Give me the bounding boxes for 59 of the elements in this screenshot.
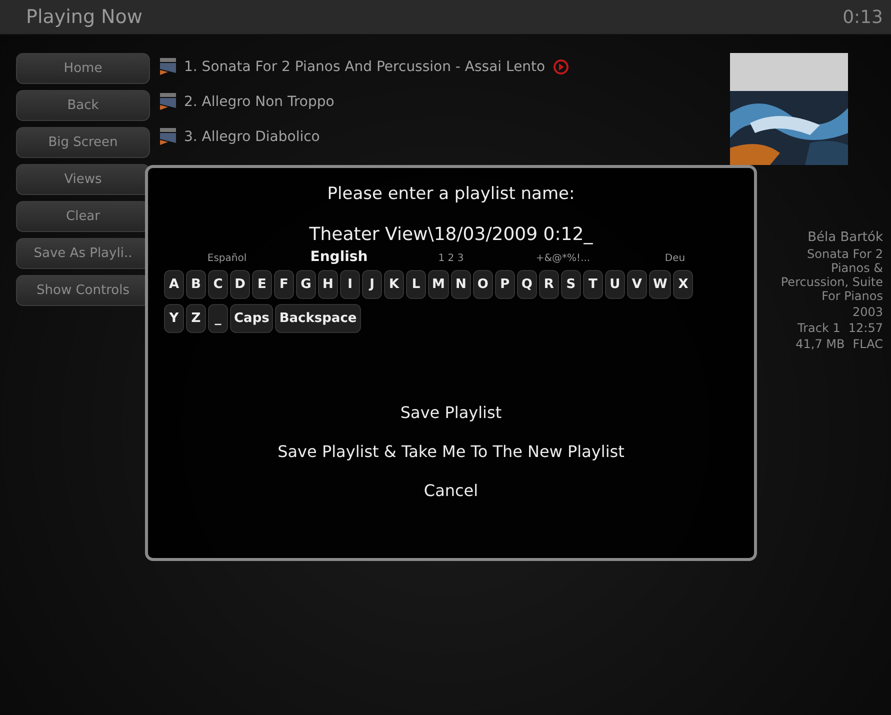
- keyboard-layout-tab[interactable]: English: [283, 249, 395, 265]
- dialog-option[interactable]: Cancel: [424, 481, 478, 500]
- album-thumbnail-icon: [160, 92, 176, 110]
- album-year: 2003: [852, 305, 883, 319]
- keyboard-key[interactable]: J: [362, 270, 382, 299]
- keyboard-layout-tab[interactable]: 1 2 3: [395, 253, 507, 264]
- keyboard-layout-tab[interactable]: +&@*%!...: [507, 253, 619, 264]
- album-thumbnail-icon: [160, 128, 176, 146]
- keyboard-key[interactable]: F: [274, 270, 294, 299]
- keyboard-key[interactable]: H: [318, 270, 338, 299]
- sidebar-button[interactable]: Home: [16, 53, 150, 84]
- keyboard-key[interactable]: S: [560, 270, 581, 299]
- keyboard-key[interactable]: _: [208, 304, 228, 333]
- playback-time: 0:13: [842, 6, 883, 28]
- dialog-option[interactable]: Save Playlist: [400, 403, 502, 422]
- track-number: Track 1: [798, 321, 840, 335]
- track-title[interactable]: 1. Sonata For 2 Pianos And Percussion - Assai Lento: [184, 58, 546, 74]
- track-title[interactable]: 2. Allegro Non Troppo: [184, 94, 334, 110]
- keyboard-key[interactable]: R: [538, 270, 559, 299]
- keyboard-key[interactable]: O: [472, 270, 493, 299]
- sidebar-button[interactable]: Big Screen: [16, 127, 150, 158]
- keyboard-key[interactable]: M: [428, 270, 449, 299]
- keyboard-layout-tab[interactable]: Español: [171, 253, 283, 264]
- track-title[interactable]: 3. Allegro Diabolico: [184, 128, 320, 144]
- playlist-name-field[interactable]: Theater View\18/03/2009 0:12_: [309, 224, 593, 245]
- keyboard-key[interactable]: Z: [186, 304, 206, 333]
- artist-name: Béla Bartók: [808, 230, 883, 245]
- file-format: FLAC: [852, 337, 883, 351]
- keyboard-key[interactable]: X: [673, 270, 694, 299]
- keyboard-layout-tab[interactable]: Deu: [619, 253, 731, 264]
- keyboard-key[interactable]: D: [230, 270, 250, 299]
- album-thumbnail-icon: [160, 58, 176, 76]
- sidebar-button[interactable]: Back: [16, 90, 150, 121]
- keyboard-key[interactable]: Q: [516, 270, 537, 299]
- keyboard-key[interactable]: V: [626, 270, 647, 299]
- keyboard-key[interactable]: Caps: [230, 304, 274, 333]
- keyboard-key[interactable]: N: [450, 270, 471, 299]
- keyboard-key[interactable]: Y: [164, 304, 184, 333]
- keyboard-key[interactable]: W: [648, 270, 672, 299]
- keyboard-key[interactable]: C: [208, 270, 228, 299]
- file-size: 41,7 MB: [796, 337, 845, 351]
- keyboard-key[interactable]: Backspace: [275, 304, 361, 333]
- screen-title: Playing Now: [26, 6, 142, 28]
- keyboard-key[interactable]: K: [384, 270, 404, 299]
- keyboard-key[interactable]: P: [494, 270, 515, 299]
- album-title: Sonata For 2 Pianos & Percussion, Suite For Pianos: [780, 247, 883, 303]
- keyboard-key[interactable]: U: [604, 270, 625, 299]
- dialog-prompt: Please enter a playlist name:: [327, 184, 575, 204]
- keyboard-key[interactable]: B: [186, 270, 206, 299]
- dialog-option[interactable]: Save Playlist & Take Me To The New Playlist: [278, 442, 624, 461]
- track-duration: 12:57: [848, 321, 883, 335]
- keyboard-key[interactable]: G: [296, 270, 316, 299]
- keyboard-key[interactable]: L: [406, 270, 426, 299]
- keyboard-key[interactable]: T: [582, 270, 603, 299]
- sidebar-button[interactable]: Views: [16, 164, 150, 195]
- keyboard-key[interactable]: A: [164, 270, 184, 299]
- keyboard-key[interactable]: E: [252, 270, 272, 299]
- keyboard-key[interactable]: I: [340, 270, 360, 299]
- play-icon[interactable]: [553, 58, 570, 74]
